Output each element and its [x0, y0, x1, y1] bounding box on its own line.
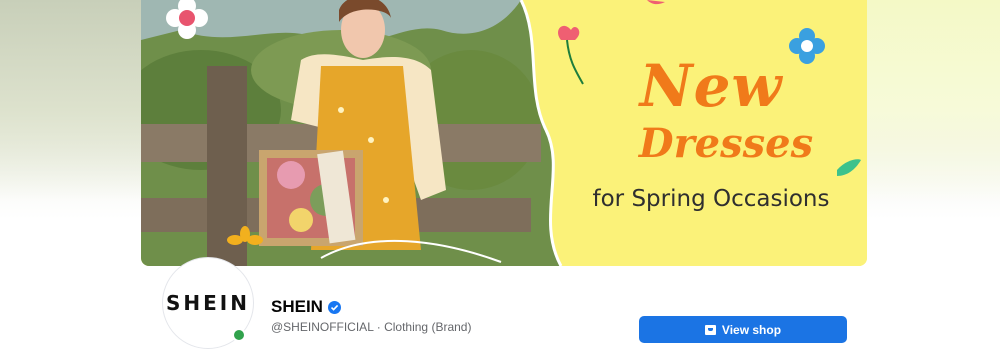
- side-blur-left: [0, 0, 141, 200]
- avatar-logo-text: SHEIN: [166, 291, 250, 315]
- view-shop-label: View shop: [721, 322, 782, 337]
- online-status-indicator: [232, 328, 246, 342]
- side-blur-right: [867, 0, 1000, 200]
- cover-headline-dresses: Dresses: [638, 120, 814, 167]
- page-name-row: SHEIN: [271, 297, 341, 317]
- cover-headline-new: New: [639, 52, 783, 120]
- shop-icon: [704, 324, 716, 335]
- verified-badge-icon: [327, 300, 341, 314]
- view-shop-button[interactable]: View shop: [639, 316, 847, 343]
- cover-photo[interactable]: New Dresses for Spring Occasions: [141, 0, 867, 266]
- page-name[interactable]: SHEIN: [271, 297, 323, 317]
- cover-subline: for Spring Occasions: [592, 186, 830, 212]
- page-handle-category: @SHEINOFFICIAL · Clothing (Brand): [271, 320, 472, 334]
